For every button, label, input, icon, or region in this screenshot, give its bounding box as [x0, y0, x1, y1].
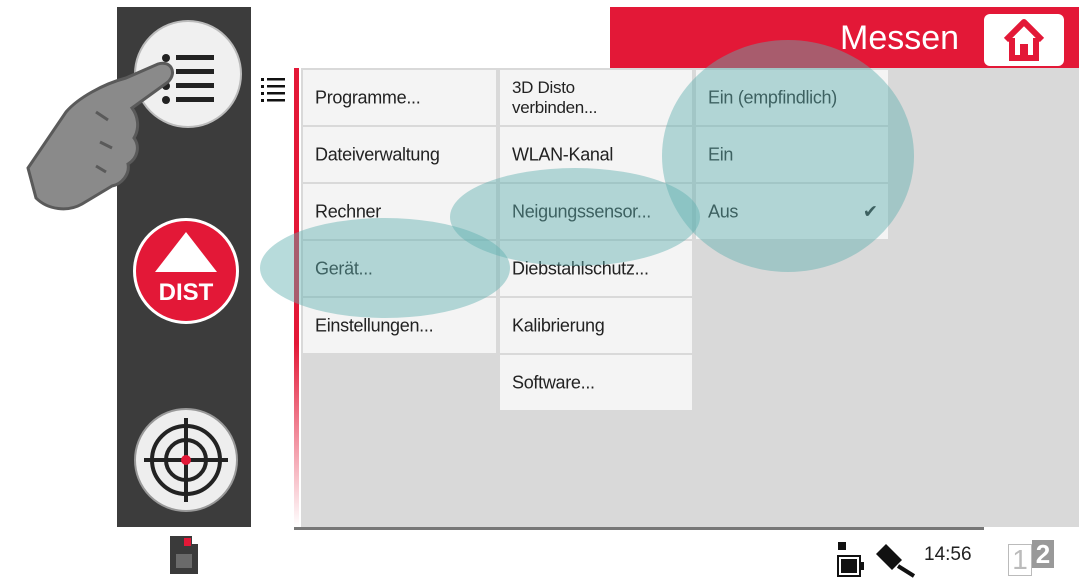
target-button[interactable]	[134, 408, 238, 512]
pointing-hand-icon	[26, 61, 174, 211]
menu-item-dateiverwaltung[interactable]: Dateiverwaltung	[303, 127, 496, 182]
device-icon	[170, 536, 198, 574]
usb-plug-icon	[876, 544, 916, 578]
menu-item-programme[interactable]: Programme...	[303, 70, 496, 125]
status-divider	[294, 527, 984, 530]
menu-item-software[interactable]: Software...	[500, 355, 692, 410]
triangle-up-icon	[155, 232, 217, 272]
home-button[interactable]	[984, 14, 1064, 66]
highlight-options	[662, 40, 914, 272]
dist-label: DIST	[158, 279, 214, 306]
page-title: Messen	[840, 19, 960, 57]
page-2: 2	[1032, 540, 1054, 568]
highlight-neigungssensor	[450, 168, 700, 266]
home-icon	[1003, 19, 1045, 61]
crosshair-icon	[144, 418, 228, 502]
dist-button[interactable]: DIST	[133, 218, 239, 324]
clock: 14:56	[924, 544, 972, 565]
small-list-icon	[261, 78, 285, 102]
battery-icon	[837, 542, 864, 577]
page-indicator[interactable]: 1 2	[1006, 540, 1066, 580]
menu-item-kalibrierung[interactable]: Kalibrierung	[500, 298, 692, 353]
page-1: 1	[1008, 544, 1032, 576]
menu-item-3d-disto[interactable]: 3D Disto verbinden...	[500, 70, 692, 125]
